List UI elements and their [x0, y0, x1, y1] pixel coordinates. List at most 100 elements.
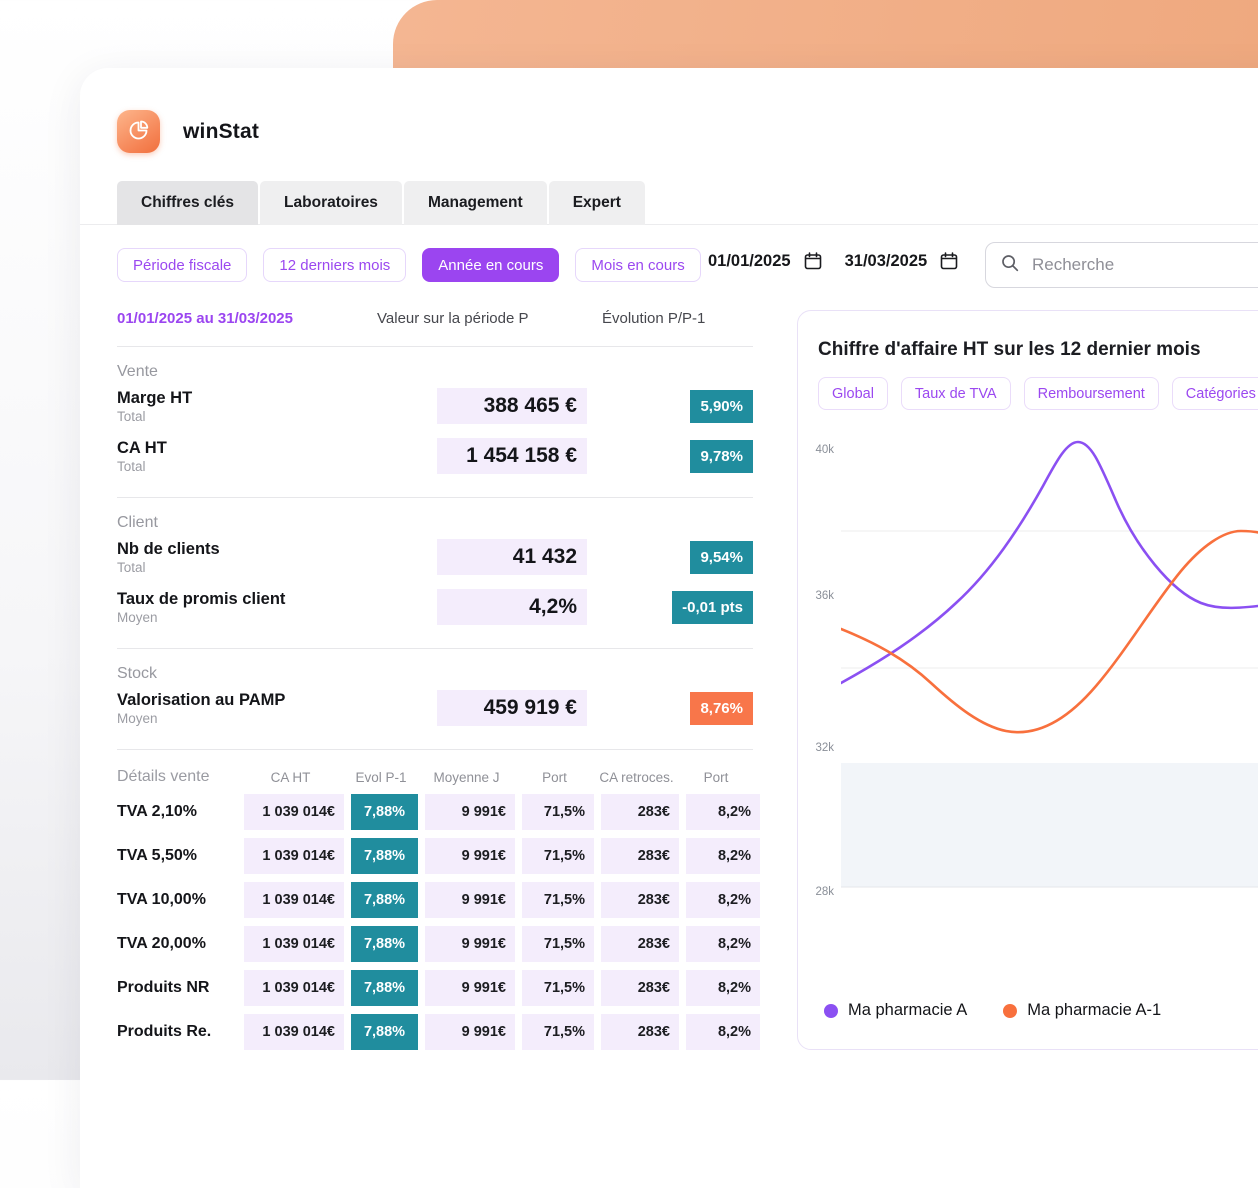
kpi-column-evolution: Évolution P/P-1 [602, 310, 705, 327]
kpi-label: Nb de clients [117, 539, 437, 560]
chart-filter-remboursement[interactable]: Remboursement [1024, 377, 1159, 410]
period-filter-group: Période fiscale 12 derniers mois Année e… [117, 248, 701, 282]
details-col-evol: Evol P-1 [344, 770, 418, 785]
kpi-sublabel: Total [117, 409, 437, 424]
details-cell-port: 71,5% [522, 1014, 594, 1050]
details-cell-ca-ht: 1 039 014€ [244, 882, 344, 918]
y-tick-36k: 36k [815, 590, 834, 602]
kpi-label: Marge HT [117, 388, 437, 409]
details-row: TVA 10,00%1 039 014€7,88%9 991€71,5%283€… [117, 882, 753, 918]
details-cell-port: 71,5% [522, 970, 594, 1006]
legend-item-pharmacie-a-1: Ma pharmacie A-1 [1003, 1001, 1161, 1020]
tab-expert[interactable]: Expert [549, 181, 645, 225]
filter-annee-en-cours[interactable]: Année en cours [422, 248, 559, 282]
y-tick-32k: 32k [815, 742, 834, 754]
kpi-header-row: 01/01/2025 au 31/03/2025 Valeur sur la p… [117, 310, 753, 330]
details-row-label: Produits NR [117, 979, 237, 997]
details-cell-port: 8,2% [686, 882, 760, 918]
details-row: TVA 20,00%1 039 014€7,88%9 991€71,5%283€… [117, 926, 753, 962]
details-cell-evol: 7,88% [351, 794, 418, 830]
date-end[interactable]: 31/03/2025 [845, 252, 928, 271]
details-cell-retroces: 283€ [601, 926, 679, 962]
kpi-sublabel: Moyen [117, 610, 437, 625]
details-row-label: TVA 10,00% [117, 891, 237, 909]
app-logo [117, 110, 160, 153]
details-row-label: TVA 5,50% [117, 847, 237, 865]
details-cell-moyenne: 9 991€ [425, 970, 515, 1006]
date-start[interactable]: 01/01/2025 [708, 252, 791, 271]
tab-laboratoires[interactable]: Laboratoires [260, 181, 402, 225]
details-cell-moyenne: 9 991€ [425, 794, 515, 830]
details-header-row: Détails vente CA HT Evol P-1 Moyenne J P… [117, 768, 753, 786]
series-line-ma-pharmacie-a [841, 442, 1258, 683]
chart-filter-categories[interactable]: Catégories [1172, 377, 1258, 410]
calendar-icon[interactable] [803, 251, 823, 271]
kpi-panel: 01/01/2025 au 31/03/2025 Valeur sur la p… [117, 310, 753, 1050]
details-cell-retroces: 283€ [601, 882, 679, 918]
details-cell-port: 8,2% [686, 838, 760, 874]
legend-item-pharmacie-a: Ma pharmacie A [824, 1001, 967, 1020]
details-row-label: Produits Re. [117, 1023, 237, 1041]
details-cell-evol: 7,88% [351, 926, 418, 962]
app-title: winStat [183, 120, 259, 144]
details-cell-port: 71,5% [522, 926, 594, 962]
kpi-row-nb-clients: Nb de clients Total 41 432 9,54% [117, 532, 753, 582]
pie-chart-icon [126, 117, 151, 147]
tab-management[interactable]: Management [404, 181, 547, 225]
divider [117, 497, 753, 498]
tab-bar: Chiffres clés Laboratoires Management Ex… [80, 181, 1258, 225]
kpi-label: Taux de promis client [117, 589, 437, 610]
details-cell-port: 8,2% [686, 1014, 760, 1050]
filter-12-derniers-mois[interactable]: 12 derniers mois [263, 248, 406, 282]
details-title: Détails vente [117, 768, 237, 786]
details-cell-evol: 7,88% [351, 1014, 418, 1050]
details-col-retroces: CA retroces. [594, 770, 679, 785]
evolution-badge: 5,90% [690, 390, 753, 423]
tab-chiffres-cles[interactable]: Chiffres clés [117, 181, 258, 225]
kpi-row-taux-promis: Taux de promis client Moyen 4,2% -0,01 p… [117, 582, 753, 632]
details-row: Produits Re.1 039 014€7,88%9 991€71,5%28… [117, 1014, 753, 1050]
details-cell-ca-ht: 1 039 014€ [244, 794, 344, 830]
evolution-badge: 8,76% [690, 692, 753, 725]
section-title-stock: Stock [117, 665, 753, 683]
details-cell-port: 8,2% [686, 926, 760, 962]
details-cell-moyenne: 9 991€ [425, 882, 515, 918]
details-row: Produits NR1 039 014€7,88%9 991€71,5%283… [117, 970, 753, 1006]
details-cell-evol: 7,88% [351, 970, 418, 1006]
legend-label: Ma pharmacie A [848, 1001, 967, 1020]
chart-card: Chiffre d'affaire HT sur les 12 dernier … [797, 310, 1258, 1050]
kpi-row-marge-ht: Marge HT Total 388 465 € 5,90% [117, 381, 753, 431]
kpi-value: 459 919 € [437, 690, 587, 726]
kpi-value: 4,2% [437, 589, 587, 625]
chart-filter-taux-tva[interactable]: Taux de TVA [901, 377, 1011, 410]
details-table: TVA 2,10%1 039 014€7,88%9 991€71,5%283€8… [117, 794, 753, 1050]
details-row-label: TVA 2,10% [117, 803, 237, 821]
divider [117, 648, 753, 649]
details-cell-retroces: 283€ [601, 970, 679, 1006]
kpi-sublabel: Total [117, 560, 437, 575]
section-title-vente: Vente [117, 363, 753, 381]
evolution-badge: -0,01 pts [672, 591, 753, 624]
details-cell-evol: 7,88% [351, 882, 418, 918]
details-row-label: TVA 20,00% [117, 935, 237, 953]
kpi-sublabel: Total [117, 459, 437, 474]
details-cell-port: 8,2% [686, 794, 760, 830]
evolution-badge: 9,78% [690, 440, 753, 473]
kpi-row-ca-ht: CA HT Total 1 454 158 € 9,78% [117, 431, 753, 481]
y-tick-40k: 40k [815, 444, 834, 456]
chart-legend: Ma pharmacie A Ma pharmacie A-1 [824, 1001, 1161, 1020]
plot-area [841, 431, 1258, 901]
trend-chart [841, 431, 1258, 901]
details-cell-port: 71,5% [522, 794, 594, 830]
search-box [985, 242, 1258, 288]
evolution-badge: 9,54% [690, 541, 753, 574]
calendar-icon[interactable] [939, 251, 959, 271]
details-cell-port: 71,5% [522, 838, 594, 874]
details-cell-moyenne: 9 991€ [425, 838, 515, 874]
filter-mois-en-cours[interactable]: Mois en cours [575, 248, 700, 282]
section-title-client: Client [117, 514, 753, 532]
filter-periode-fiscale[interactable]: Période fiscale [117, 248, 247, 282]
header-orange-shape [393, 0, 1258, 68]
search-input[interactable] [1032, 255, 1258, 275]
chart-filter-global[interactable]: Global [818, 377, 888, 410]
